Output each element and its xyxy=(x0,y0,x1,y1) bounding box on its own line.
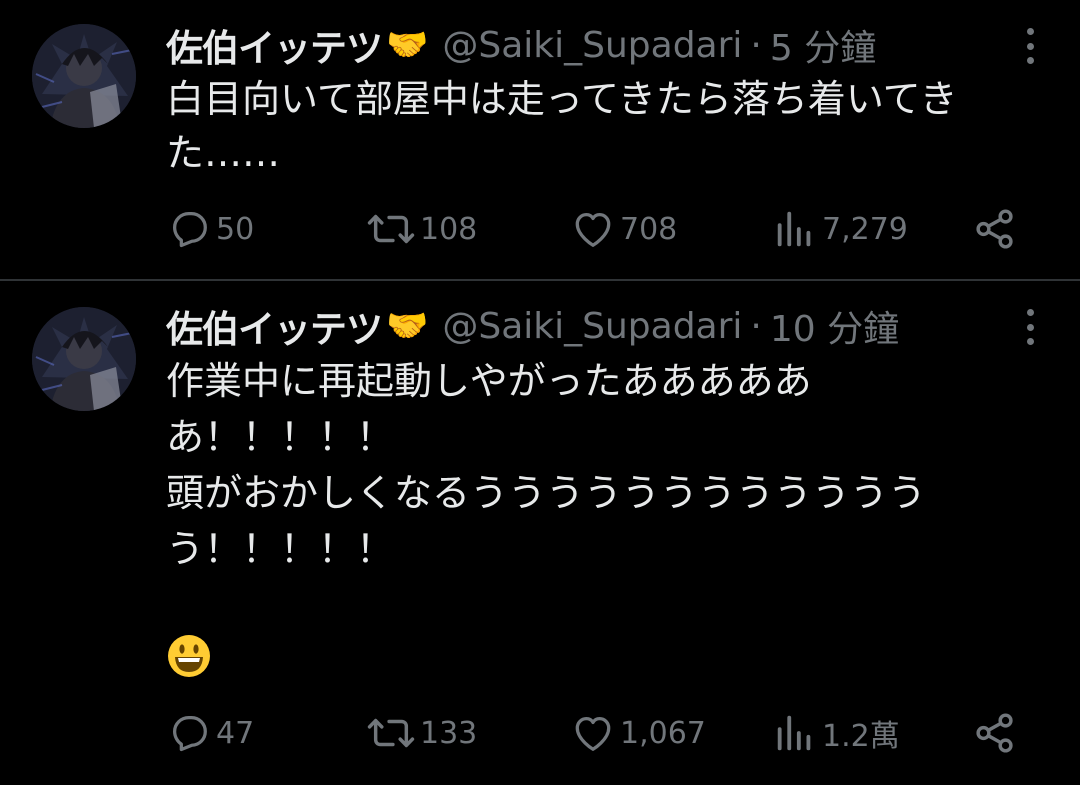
display-name[interactable]: 佐伯イッテツ xyxy=(166,18,383,72)
reply-button[interactable]: 50 xyxy=(166,205,254,253)
views-icon xyxy=(777,715,811,751)
reply-count: 50 xyxy=(216,211,255,247)
tweet-header: 佐伯イッテツ 🤝 @Saiki_Supadari · 10 分鐘 xyxy=(166,299,899,353)
more-dot xyxy=(1026,42,1034,50)
view-count: 7,279 xyxy=(822,211,908,247)
more-icon[interactable] xyxy=(1020,309,1040,345)
smiley-emoji-icon xyxy=(168,635,210,677)
reply-count: 47 xyxy=(216,715,255,751)
retweet-count: 133 xyxy=(420,715,478,751)
reply-button[interactable]: 47 xyxy=(166,709,254,757)
user-handle[interactable]: @Saiki_Supadari xyxy=(442,306,742,347)
retweet-count: 108 xyxy=(420,211,478,247)
reply-icon xyxy=(172,212,207,248)
retweet-button[interactable]: 108 xyxy=(366,205,477,253)
share-icon xyxy=(976,713,1013,753)
retweet-icon xyxy=(367,718,415,748)
views-button[interactable]: 1.2萬 xyxy=(772,709,900,757)
like-count: 708 xyxy=(620,211,678,247)
user-handle[interactable]: @Saiki_Supadari xyxy=(442,25,742,66)
tweet[interactable]: 佐伯イッテツ 🤝 @Saiki_Supadari · 10 分鐘 作業中に再起動… xyxy=(0,281,1080,785)
share-button[interactable] xyxy=(972,205,1018,253)
handshake-emoji-icon: 🤝 xyxy=(386,25,429,65)
like-icon xyxy=(575,716,611,751)
more-dot xyxy=(1026,28,1034,35)
avatar[interactable] xyxy=(32,307,136,411)
timestamp[interactable]: 10 分鐘 xyxy=(770,300,899,352)
more-dot xyxy=(1026,57,1034,64)
like-button[interactable]: 708 xyxy=(570,205,677,253)
tweet-text: 作業中に再起動しやがったあああああ あ！！！！！ 頭がおかしくなるううううううう… xyxy=(166,359,927,571)
retweet-icon xyxy=(367,214,415,244)
views-button[interactable]: 7,279 xyxy=(772,205,908,253)
handshake-emoji-icon: 🤝 xyxy=(386,306,429,346)
avatar-image xyxy=(32,24,136,128)
like-count: 1,067 xyxy=(620,715,706,751)
more-dot xyxy=(1026,323,1034,331)
tweet-text: 白目向いて部屋中は走ってきたら落ち着いてきた…… xyxy=(166,77,958,175)
retweet-button[interactable]: 133 xyxy=(366,709,477,757)
reply-icon xyxy=(172,716,207,752)
share-icon xyxy=(976,209,1013,249)
like-button[interactable]: 1,067 xyxy=(570,709,706,757)
display-name[interactable]: 佐伯イッテツ xyxy=(166,299,383,353)
more-dot xyxy=(1026,338,1034,345)
timestamp[interactable]: 5 分鐘 xyxy=(770,19,876,71)
more-dot xyxy=(1026,309,1034,316)
avatar[interactable] xyxy=(32,24,136,128)
views-icon xyxy=(777,211,811,247)
view-count: 1.2萬 xyxy=(822,719,900,754)
separator-dot: · xyxy=(750,305,762,347)
tweet-actions: 50 108 708 7,279 xyxy=(166,205,1046,253)
like-icon xyxy=(575,212,611,247)
tweet[interactable]: 佐伯イッテツ 🤝 @Saiki_Supadari · 5 分鐘 白目向いて部屋中… xyxy=(0,0,1080,279)
avatar-image xyxy=(32,307,136,411)
tweet-actions: 47 133 1,067 1.2萬 xyxy=(166,709,1046,757)
share-button[interactable] xyxy=(972,709,1018,757)
separator-dot: · xyxy=(750,24,762,66)
tweet-header: 佐伯イッテツ 🤝 @Saiki_Supadari · 5 分鐘 xyxy=(166,18,876,72)
more-icon[interactable] xyxy=(1020,28,1040,64)
